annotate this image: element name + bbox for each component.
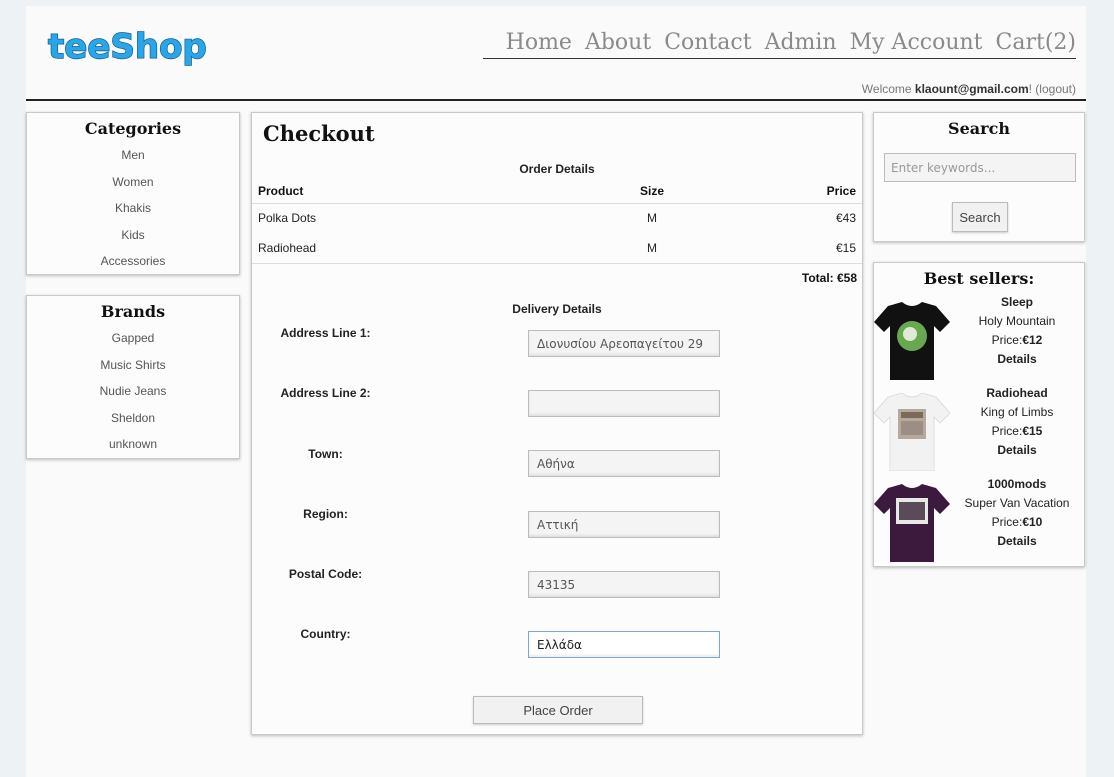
region-input[interactable]: [528, 511, 720, 538]
logout-link[interactable]: ! (logout): [1029, 82, 1076, 96]
nav-admin[interactable]: Admin: [752, 28, 837, 58]
price-value: €10: [1022, 515, 1043, 529]
search-panel: Search Search: [873, 112, 1085, 242]
best-seller-price: Price:€10: [956, 513, 1078, 532]
order-total: Total: €58: [801, 271, 857, 285]
postal-code-input[interactable]: [528, 571, 720, 598]
nav-my-account[interactable]: My Account: [837, 28, 983, 58]
brand-item[interactable]: Nudie Jeans: [27, 378, 239, 405]
column-price: Price: [692, 179, 862, 204]
nav-home[interactable]: Home: [493, 28, 572, 58]
price-value: €12: [1022, 333, 1043, 347]
welcome-prefix: Welcome: [861, 82, 915, 96]
cell-price: €43: [835, 211, 856, 226]
table-row: Polka Dots M €43: [252, 203, 862, 233]
town-label: Town:: [308, 447, 343, 461]
category-item[interactable]: Women: [27, 169, 239, 196]
address1-input[interactable]: [528, 330, 720, 357]
welcome-message: Welcome klaount@gmail.com! (logout): [862, 82, 1076, 96]
header: teeShop Home About Contact Admin My Acco…: [26, 6, 1086, 101]
logo-text: teeShop: [48, 27, 206, 67]
cell-price: €15: [692, 233, 862, 264]
table-row: Radiohead M €15: [252, 233, 862, 264]
country-label: Country:: [300, 627, 351, 641]
country-input[interactable]: [528, 631, 720, 658]
search-button[interactable]: Search: [952, 202, 1008, 232]
nav-cart[interactable]: Cart(2): [983, 28, 1076, 58]
best-seller-band: Radiohead: [986, 386, 1048, 400]
brand-item[interactable]: Gapped: [27, 325, 239, 352]
best-seller-info: 1000mods Super Van Vacation Price:€10 De…: [956, 475, 1078, 551]
best-sellers-panel: Best sellers: Sleep Holy Mountain Price:…: [873, 262, 1085, 567]
brands-list: Gapped Music Shirts Nudie Jeans Sheldon …: [27, 325, 239, 458]
best-seller-name: Holy Mountain: [978, 314, 1056, 328]
price-value: €15: [1022, 424, 1043, 438]
best-seller-price: Price:€15: [956, 422, 1078, 441]
search-input[interactable]: [884, 153, 1076, 182]
tshirt-image[interactable]: [874, 393, 950, 471]
category-item[interactable]: Kids: [27, 222, 239, 249]
teeshop-logo[interactable]: teeShop: [46, 22, 206, 72]
address1-label: Address Line 1:: [280, 326, 371, 340]
region-label: Region:: [303, 507, 348, 521]
price-label: Price:: [991, 515, 1023, 529]
best-seller-band: Sleep: [1000, 295, 1033, 309]
nav-about[interactable]: About: [572, 28, 651, 58]
welcome-user: klaount@gmail.com: [914, 82, 1029, 96]
brands-title: Brands: [100, 302, 166, 321]
page: teeShop Home About Contact Admin My Acco…: [26, 6, 1086, 777]
table-header-row: Product Size Price: [252, 179, 862, 204]
best-seller-item: 1000mods Super Van Vacation Price:€10 De…: [874, 475, 1084, 565]
price-label: Price:: [991, 333, 1023, 347]
cell-size: M: [612, 233, 692, 264]
categories-list: Men Women Khakis Kids Accessories: [27, 142, 239, 275]
tshirt-image[interactable]: [874, 484, 950, 562]
place-order-button[interactable]: Place Order: [473, 696, 643, 724]
categories-title: Categories: [84, 119, 182, 138]
column-size: Size: [612, 179, 692, 204]
postal-code-label: Postal Code:: [288, 567, 363, 581]
best-seller-band: 1000mods: [987, 477, 1047, 491]
order-table: Product Size Price Polka Dots M €43 Radi…: [252, 179, 862, 264]
best-seller-price: Price:€12: [956, 331, 1078, 350]
details-link[interactable]: Details: [956, 441, 1078, 460]
best-seller-item: Radiohead King of Limbs Price:€15 Detail…: [874, 384, 1084, 474]
details-link[interactable]: Details: [956, 350, 1078, 369]
best-seller-name: King of Limbs: [980, 405, 1054, 419]
best-seller-info: Sleep Holy Mountain Price:€12 Details: [956, 293, 1078, 369]
main-nav: Home About Contact Admin My Account Cart…: [482, 28, 1076, 59]
best-sellers-title: Best sellers:: [923, 269, 1035, 288]
category-item[interactable]: Accessories: [27, 248, 239, 275]
checkout-panel: Checkout Order Details Product Size Pric…: [251, 112, 863, 735]
cell-size: M: [647, 211, 657, 226]
best-seller-item: Sleep Holy Mountain Price:€12 Details: [874, 293, 1084, 383]
best-seller-info: Radiohead King of Limbs Price:€15 Detail…: [956, 384, 1078, 460]
tshirt-image[interactable]: [874, 302, 950, 380]
order-details-title: Order Details: [519, 162, 595, 176]
category-item[interactable]: Men: [27, 142, 239, 169]
price-label: Price:: [991, 424, 1023, 438]
category-item[interactable]: Khakis: [27, 195, 239, 222]
address2-label: Address Line 2:: [280, 386, 371, 400]
brand-item[interactable]: Music Shirts: [27, 352, 239, 379]
page-title: Checkout: [263, 121, 375, 146]
search-title: Search: [948, 119, 1010, 138]
cell-product: Radiohead: [252, 233, 612, 264]
details-link[interactable]: Details: [956, 532, 1078, 551]
brand-item[interactable]: Sheldon: [27, 405, 239, 432]
town-input[interactable]: [528, 450, 720, 477]
column-product: Product: [252, 179, 612, 204]
brands-panel: Brands Gapped Music Shirts Nudie Jeans S…: [26, 295, 240, 459]
address2-input[interactable]: [528, 390, 720, 417]
brand-item[interactable]: unknown: [27, 431, 239, 458]
cell-product: Polka Dots: [258, 211, 317, 226]
nav-contact[interactable]: Contact: [651, 28, 751, 58]
categories-panel: Categories Men Women Khakis Kids Accesso…: [26, 112, 240, 275]
delivery-details-title: Delivery Details: [512, 302, 602, 316]
best-seller-name: Super Van Vacation: [964, 496, 1070, 510]
